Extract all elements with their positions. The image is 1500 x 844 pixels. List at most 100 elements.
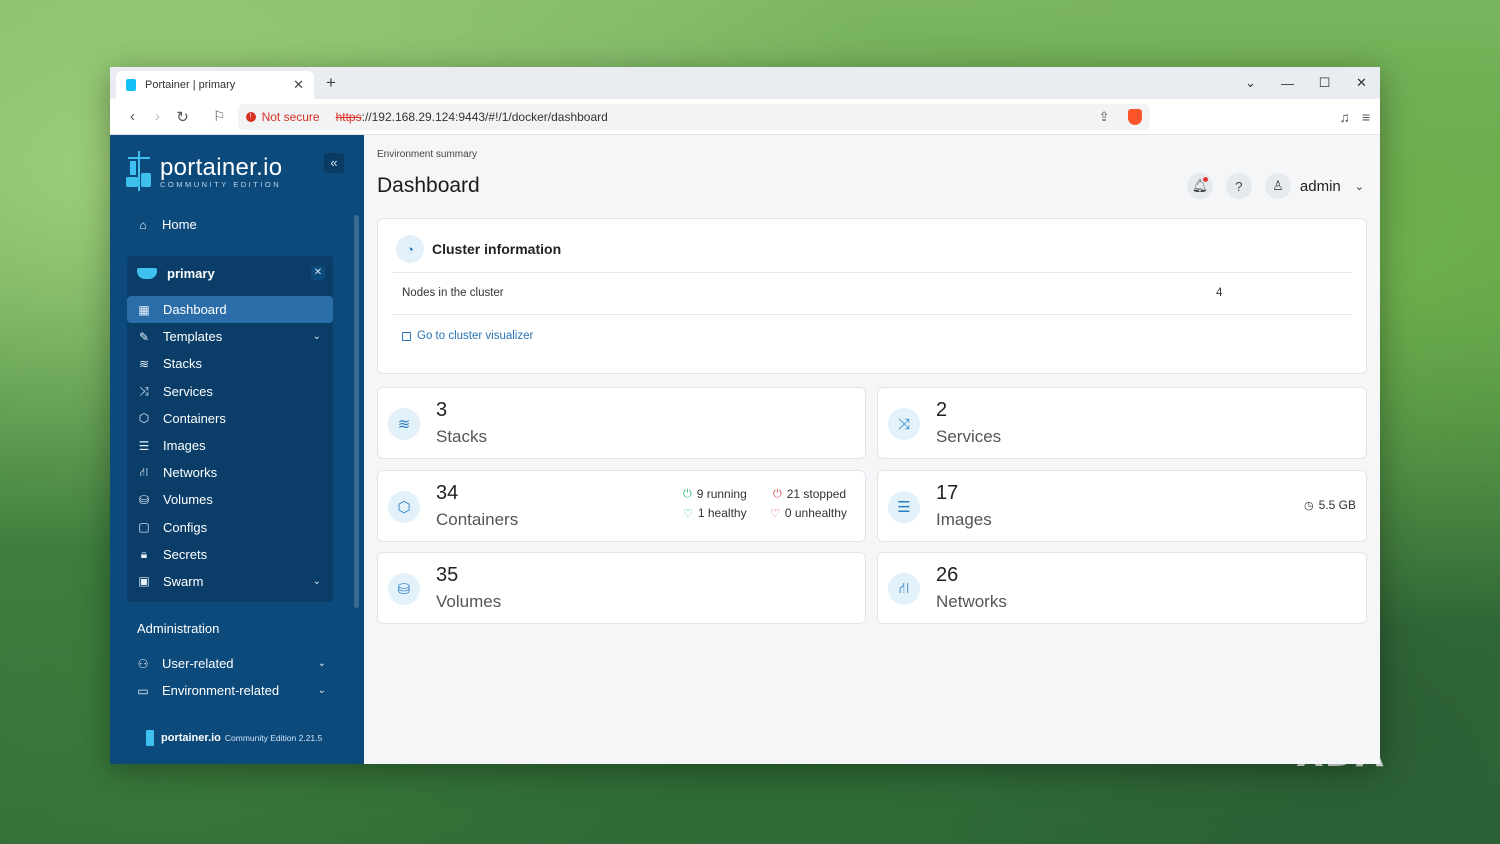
containers-label: Containers — [436, 510, 519, 529]
services-card[interactable]: ⤨ 2 Services — [877, 387, 1367, 459]
home-icon: ⌂ — [139, 217, 147, 232]
sidebar-item-templates[interactable]: ✎ Templates ⌄ — [127, 323, 333, 350]
forward-icon[interactable]: › — [145, 108, 170, 125]
administration-heading: Administration — [137, 621, 220, 636]
chevron-down-icon: ⌄ — [312, 575, 321, 587]
stopped-status: ⏻ 21 stopped — [773, 487, 847, 501]
nodes-row: Nodes in the cluster 4 — [392, 272, 1352, 315]
url-field[interactable]: ! Not secure https ://192.168.29.124:944… — [237, 103, 1150, 130]
window-controls: ⌄ — ☐ ✕ — [1232, 67, 1380, 99]
sidebar: portainer.io COMMUNITY EDITION « ⌂ Home … — [110, 135, 364, 764]
visualizer-icon — [402, 331, 411, 341]
brave-shield-icon[interactable] — [1127, 108, 1142, 125]
containers-card[interactable]: ⬡ 34 Containers ⏻ 9 running ⏻ 21 stopped ♡… — [377, 470, 866, 542]
clear-environment-icon[interactable]: ✕ — [311, 266, 325, 280]
notifications-button[interactable]: 🔔︎ — [1186, 173, 1213, 199]
sidebar-item-label: User-related — [162, 656, 234, 671]
shuffle-icon: ⤨ — [888, 408, 920, 440]
close-window-icon[interactable]: ✕ — [1343, 75, 1380, 91]
running-status: ⏻ 9 running — [683, 487, 747, 501]
environment-header[interactable]: primary ✕ — [127, 256, 333, 290]
stacks-label: Stacks — [436, 427, 488, 446]
list-icon: ☰ — [888, 491, 920, 523]
tab-close-icon[interactable]: ✕ — [293, 77, 304, 93]
share-icon[interactable]: ⇪ — [1099, 109, 1110, 125]
sidebar-item-environment-related[interactable]: ▭ Environment-related ⌄ — [136, 683, 326, 698]
environment-name: primary — [167, 265, 215, 281]
networks-card[interactable]: ⛙ 26 Networks — [877, 552, 1367, 624]
heart-icon: ♡ — [683, 507, 693, 520]
volumes-label: Volumes — [436, 592, 502, 611]
layers-icon: ≋ — [138, 356, 150, 371]
sidebar-item-label: Templates — [163, 329, 223, 345]
portainer-logo-icon — [126, 151, 152, 191]
main-content: Environment summary Dashboard 🔔︎ ? ♙ adm… — [364, 135, 1380, 764]
page-title: Dashboard — [377, 174, 480, 197]
cluster-visualizer-label: Go to cluster visualizer — [417, 330, 534, 342]
cluster-title: Cluster information — [432, 241, 562, 257]
sidebar-item-dashboard[interactable]: ▦ Dashboard — [127, 296, 333, 324]
nodes-value: 4 — [1216, 287, 1223, 299]
stacks-card[interactable]: ≋ 3 Stacks — [377, 387, 866, 459]
dashboard-icon: ▦ — [138, 302, 150, 317]
portainer-logo[interactable]: portainer.io COMMUNITY EDITION — [126, 151, 282, 191]
user-name[interactable]: admin — [1300, 178, 1341, 195]
services-label: Services — [936, 427, 1002, 446]
user-menu-chevron-icon[interactable]: ⌄ — [1355, 180, 1364, 193]
collapse-sidebar-button[interactable]: « — [324, 153, 344, 173]
minimize-icon[interactable]: — — [1269, 76, 1306, 91]
breadcrumb: Environment summary — [377, 149, 478, 160]
menu-icon[interactable]: ≡ — [1362, 109, 1370, 125]
pie-chart-icon: ◷ — [1304, 499, 1314, 512]
user-avatar[interactable]: ♙ — [1264, 173, 1291, 199]
user-icon: ♙ — [1272, 178, 1284, 193]
not-secure-label[interactable]: Not secure — [262, 110, 320, 124]
lock-icon: 🔒︎ — [140, 546, 148, 561]
sidebar-item-networks[interactable]: ⛙ Networks — [127, 459, 333, 486]
sidebar-item-secrets[interactable]: 🔒︎ Secrets — [127, 541, 333, 568]
database-icon: ⛁ — [388, 573, 420, 605]
volumes-card[interactable]: ⛁ 35 Volumes — [377, 552, 866, 624]
sidebar-item-images[interactable]: ☰ Images — [127, 432, 333, 459]
shuffle-icon: ⤨ — [139, 383, 149, 398]
edit-icon: ✎ — [138, 329, 150, 344]
sidebar-item-stacks[interactable]: ≋ Stacks — [127, 350, 333, 377]
box-icon: ⬡ — [138, 411, 150, 426]
sidebar-item-volumes[interactable]: ⛁ Volumes — [127, 486, 333, 513]
help-button[interactable]: ? — [1225, 173, 1252, 199]
sidebar-item-home[interactable]: ⌂ Home — [136, 217, 196, 232]
clipboard-icon: ▢ — [138, 520, 150, 535]
chevron-down-icon: ⌄ — [312, 331, 321, 343]
sidebar-item-services[interactable]: ⤨ Services — [127, 378, 333, 405]
media-icon[interactable]: ♫ — [1339, 109, 1350, 125]
network-icon: ⛙ — [139, 464, 149, 479]
portainer-app: portainer.io COMMUNITY EDITION « ⌂ Home … — [110, 135, 1380, 764]
box-icon: ⬡ — [388, 491, 420, 523]
images-card[interactable]: ☰ 17 Images ◷ 5.5 GB — [877, 470, 1367, 542]
images-label: Images — [936, 510, 992, 529]
sidebar-scrollbar[interactable] — [354, 215, 359, 608]
back-icon[interactable]: ‹ — [120, 108, 145, 125]
database-icon: ⛁ — [138, 492, 150, 507]
sidebar-item-label: Dashboard — [163, 302, 227, 318]
new-tab-button[interactable]: + — [326, 73, 336, 93]
bookmark-icon[interactable]: ⚐ — [213, 108, 226, 125]
sidebar-item-configs[interactable]: ▢ Configs — [127, 514, 333, 541]
sidebar-item-label: Volumes — [163, 492, 213, 508]
list-icon: ☰ — [138, 438, 150, 453]
sidebar-item-user-related[interactable]: ⚇ User-related ⌄ — [136, 656, 326, 671]
docker-icon — [137, 267, 157, 279]
sidebar-item-containers[interactable]: ⬡ Containers — [127, 405, 333, 432]
tab-list-icon[interactable]: ⌄ — [1232, 75, 1269, 91]
cluster-visualizer-link[interactable]: Go to cluster visualizer — [402, 330, 533, 342]
browser-tab[interactable]: Portainer | primary ✕ — [116, 71, 314, 99]
maximize-icon[interactable]: ☐ — [1306, 75, 1343, 91]
stacks-count: 3 — [436, 399, 448, 421]
sidebar-item-swarm[interactable]: ▣ Swarm ⌄ — [127, 568, 333, 595]
sidebar-item-label: Configs — [163, 519, 208, 535]
layers-icon: ≋ — [388, 408, 420, 440]
images-count: 17 — [936, 482, 959, 504]
logo-name: portainer.io — [160, 153, 283, 181]
reload-icon[interactable]: ↻ — [170, 108, 195, 126]
help-icon: ? — [1235, 178, 1243, 194]
